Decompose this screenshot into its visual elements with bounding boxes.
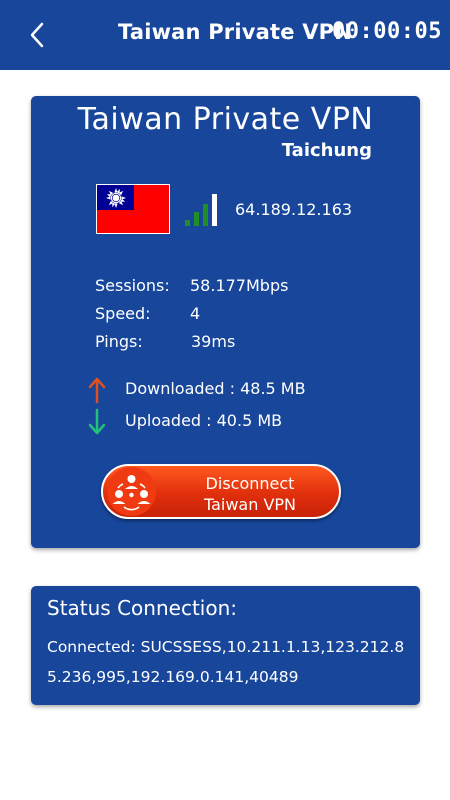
arrow-up-icon	[88, 377, 106, 404]
connection-timer: 00:00:05	[332, 19, 442, 44]
stat-value: 4	[190, 304, 201, 323]
status-card: Status Connection: Connected: SUCSSESS,1…	[31, 586, 420, 705]
stat-label: Pings:	[95, 332, 143, 351]
downloaded-text: Downloaded : 48.5 MB	[125, 379, 306, 398]
disconnect-button[interactable]: Disconnect Taiwan VPN	[101, 464, 341, 519]
sun-icon	[105, 187, 126, 208]
disconnect-label-line1: Disconnect	[205, 474, 295, 493]
server-city: Taichung	[281, 140, 372, 161]
taiwan-flag	[96, 184, 170, 234]
app-bar: Taiwan Private VPN 00:00:05	[0, 0, 450, 70]
stat-label: Sessions:	[95, 276, 170, 295]
signal-strength-icon	[185, 194, 217, 226]
flag-canton	[97, 185, 134, 210]
network-users-icon	[107, 467, 156, 516]
uploaded-text: Uploaded : 40.5 MB	[125, 411, 283, 430]
server-name: Taiwan Private VPN	[77, 102, 374, 137]
disconnect-label-line2: Taiwan VPN	[203, 495, 297, 514]
status-title: Status Connection:	[47, 596, 237, 620]
server-card: Taiwan Private VPN Taichung 64.189.12.16…	[31, 96, 420, 548]
arrow-down-icon	[88, 408, 106, 435]
stat-label: Speed:	[95, 304, 151, 323]
chevron-left-icon	[30, 22, 44, 48]
status-text: Connected: SUCSSESS,10.211.1.13,123.212.…	[47, 638, 405, 686]
server-ip: 64.189.12.163	[235, 200, 353, 219]
disconnect-label: Disconnect Taiwan VPN	[165, 473, 335, 515]
app-title: Taiwan Private VPN	[118, 20, 353, 44]
back-button[interactable]	[20, 18, 54, 52]
stat-value: 39ms	[191, 332, 236, 351]
stat-value: 58.177Mbps	[190, 276, 289, 295]
